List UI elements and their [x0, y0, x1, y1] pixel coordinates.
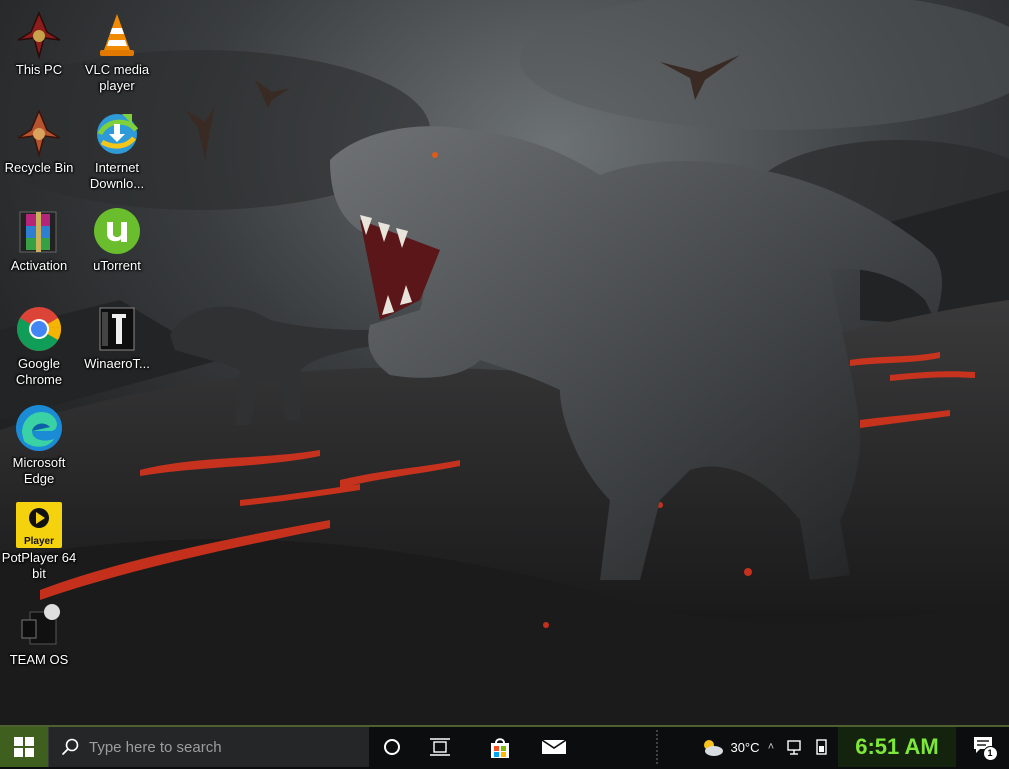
- winaero-tweaker-icon: [92, 304, 142, 354]
- klingon-emblem-icon: [14, 108, 64, 158]
- mail-button[interactable]: [530, 727, 578, 767]
- start-button[interactable]: [0, 727, 48, 767]
- desktop-icon-internet-download-manager[interactable]: Internet Downlo...: [78, 108, 156, 192]
- weather-temperature: 30°C: [730, 739, 760, 755]
- potplayer-icon: Player: [16, 502, 62, 548]
- desktop-icon-vlc[interactable]: VLC media player: [78, 10, 156, 94]
- task-view-icon: [430, 738, 450, 756]
- vlc-cone-icon: [92, 10, 142, 60]
- search-icon: [61, 738, 79, 756]
- team-os-icon: [14, 600, 64, 650]
- action-center-button[interactable]: 1: [960, 727, 1009, 767]
- taskbar-search-box[interactable]: Type here to search: [48, 727, 369, 767]
- clock-time: 6:51 AM: [855, 734, 939, 759]
- show-hidden-icons-button[interactable]: ˄: [764, 727, 778, 767]
- network-tray-icon[interactable]: [784, 727, 808, 767]
- desktop-icon-potplayer[interactable]: Player PotPlayer 64 bit: [0, 502, 78, 582]
- internet-download-manager-icon: [92, 108, 142, 158]
- gripper-icon: [656, 730, 658, 764]
- utorrent-icon: [92, 206, 142, 256]
- desktop-icon-activation[interactable]: Activation: [0, 206, 78, 274]
- notification-icon: 1: [973, 737, 998, 761]
- device-tray-icon: [816, 739, 827, 755]
- search-placeholder: Type here to search: [89, 738, 222, 756]
- cortana-circle-icon: [384, 739, 400, 755]
- taskbar-clock[interactable]: 6:51 AM: [838, 727, 956, 767]
- mail-envelope-icon: [542, 739, 566, 754]
- desktop-icon-utorrent[interactable]: uTorrent: [78, 206, 156, 274]
- notification-badge: 1: [982, 746, 998, 761]
- windows-logo-icon: [14, 737, 34, 757]
- desktop-icon-winaero-tweaker[interactable]: WinaeroT...: [78, 304, 156, 372]
- desktop-icon-this-pc[interactable]: This PC: [0, 10, 78, 78]
- taskbar: Type here to search 30°C ˄ 6:51 AM 1: [0, 725, 1009, 769]
- winrar-icon: [14, 206, 64, 256]
- chevron-up-icon: ˄: [767, 741, 775, 753]
- desktop-icon-recycle-bin[interactable]: Recycle Bin: [0, 108, 78, 176]
- network-monitor-icon: [787, 740, 801, 755]
- potplayer-badge: Player: [23, 536, 55, 547]
- task-view-button[interactable]: [416, 727, 464, 767]
- microsoft-store-button[interactable]: [476, 727, 524, 767]
- partly-cloudy-icon: [704, 740, 724, 756]
- store-bag-icon: [491, 738, 509, 758]
- desktop-icon-microsoft-edge[interactable]: Microsoft Edge: [0, 403, 78, 487]
- klingon-emblem-icon: [14, 10, 64, 60]
- cortana-button[interactable]: [368, 727, 416, 767]
- taskbar-toolbar-gripper[interactable]: [650, 727, 664, 767]
- desktop-icon-google-chrome[interactable]: Google Chrome: [0, 304, 78, 388]
- tray-app-icon[interactable]: [810, 727, 834, 767]
- desktop-icon-team-os[interactable]: TEAM OS: [0, 600, 78, 668]
- edge-icon: [14, 403, 64, 453]
- chrome-icon: [14, 304, 64, 354]
